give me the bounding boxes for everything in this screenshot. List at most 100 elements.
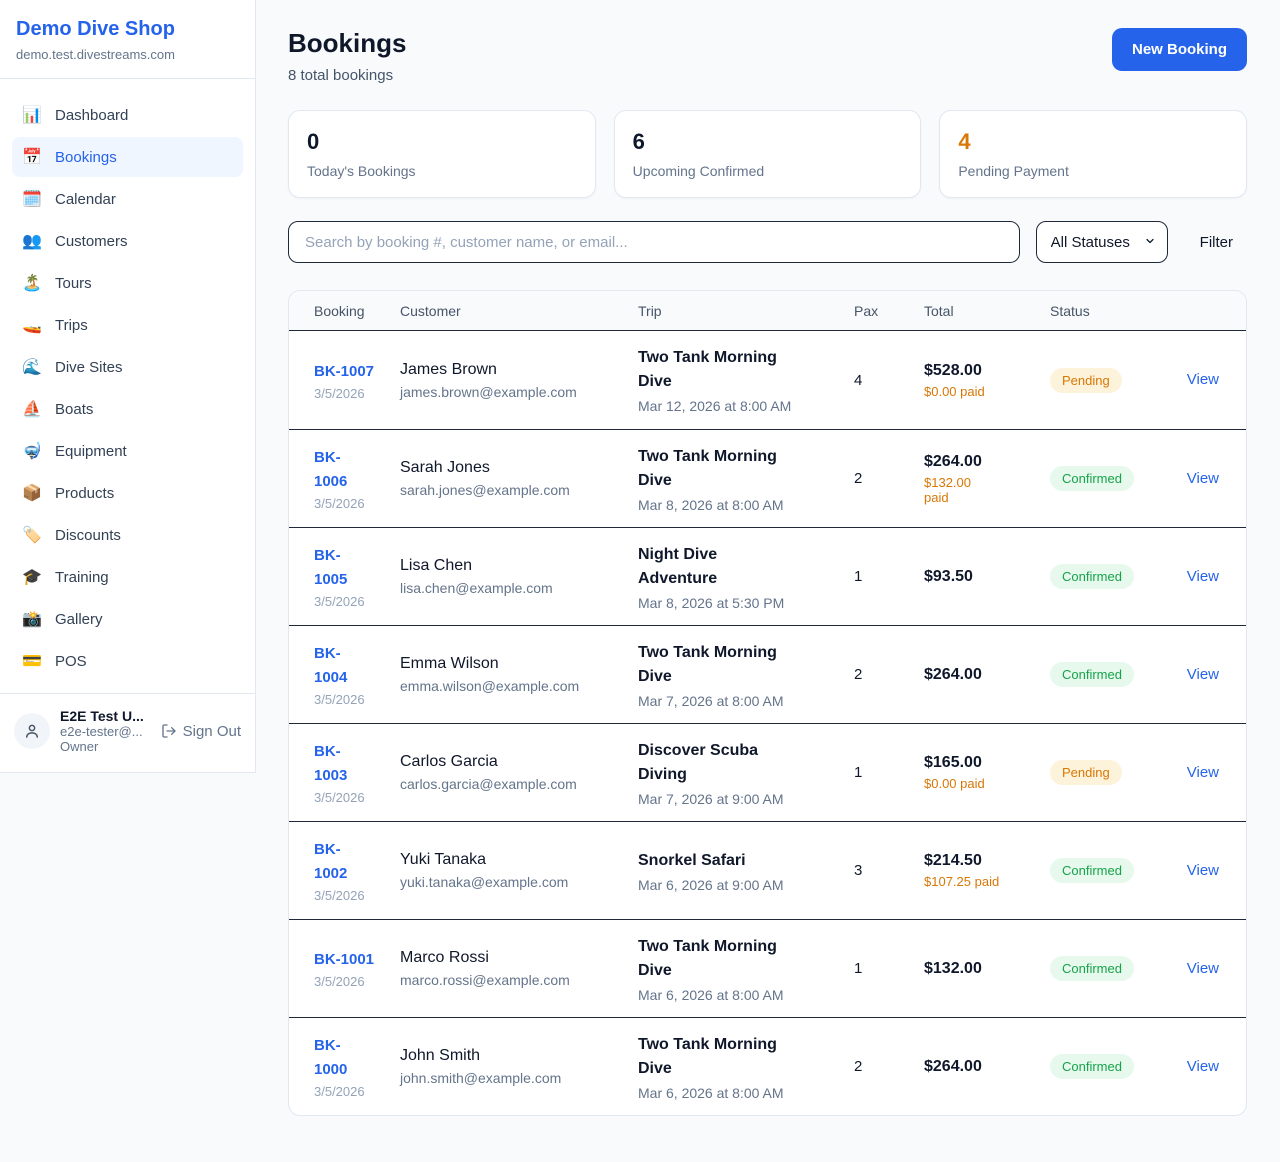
booking-link[interactable]: BK-1004 [314, 642, 356, 690]
booking-link[interactable]: BK-1000 [314, 1034, 356, 1082]
trip-name: Two Tank Morning Dive [638, 1033, 784, 1081]
sidebar-item-label: Dive Sites [55, 359, 123, 376]
sidebar-item-boats[interactable]: ⛵ Boats [12, 389, 243, 429]
booking-link[interactable]: BK-1007 [314, 360, 374, 384]
sidebar-item-tours[interactable]: 🏝️ Tours [12, 263, 243, 303]
booking-date: 3/5/2026 [314, 386, 390, 401]
table-controls: All Statuses Filter [288, 221, 1247, 263]
person-icon [23, 722, 41, 740]
view-link[interactable]: View [1187, 764, 1219, 781]
status-select-wrap: All Statuses [1036, 221, 1168, 263]
sidebar-item-equipment[interactable]: 🤿 Equipment [12, 431, 243, 471]
sidebar-item-products[interactable]: 📦 Products [12, 473, 243, 513]
customer-name: Yuki Tanaka [400, 851, 628, 869]
column-header-total: Total [924, 303, 1050, 319]
stat-label: Upcoming Confirmed [633, 163, 903, 179]
sidebar-item-label: Tours [55, 275, 92, 292]
filter-button[interactable]: Filter [1200, 234, 1233, 251]
view-link[interactable]: View [1187, 568, 1219, 585]
booking-date: 3/5/2026 [314, 692, 390, 707]
page-header: Bookings 8 total bookings New Booking [288, 28, 1247, 84]
wave-icon: 🌊 [22, 357, 42, 377]
sidebar-nav: 📊 Dashboard 📅 Bookings 🗓️ Calendar 👥 Cus… [0, 79, 255, 694]
avatar [14, 713, 50, 749]
booking-link[interactable]: BK-1001 [314, 948, 374, 972]
brand-domain: demo.test.divestreams.com [16, 47, 239, 62]
trip-date: Mar 7, 2026 at 9:00 AM [638, 791, 844, 807]
status-badge: Confirmed [1050, 466, 1134, 491]
graduation-cap-icon: 🎓 [22, 567, 42, 587]
new-booking-button[interactable]: New Booking [1112, 28, 1247, 71]
customer-name: James Brown [400, 361, 628, 379]
brand-name: Demo Dive Shop [16, 18, 239, 41]
pax-count: 1 [854, 946, 924, 991]
booking-link[interactable]: BK-1006 [314, 446, 356, 494]
sidebar-item-discounts[interactable]: 🏷️ Discounts [12, 515, 243, 555]
bar-chart-icon: 📊 [22, 105, 42, 125]
status-filter-select[interactable]: All Statuses [1036, 221, 1168, 263]
sidebar-item-gallery[interactable]: 📸 Gallery [12, 599, 243, 639]
sidebar-item-calendar[interactable]: 🗓️ Calendar [12, 179, 243, 219]
stat-value: 6 [633, 129, 903, 155]
total-amount: $93.50 [924, 568, 1040, 586]
page-title: Bookings [288, 28, 406, 59]
sidebar-item-bookings[interactable]: 📅 Bookings [12, 137, 243, 177]
view-link[interactable]: View [1187, 666, 1219, 683]
view-link[interactable]: View [1187, 470, 1219, 487]
customer-email: john.smith@example.com [400, 1070, 628, 1086]
table-row: BK-1006 3/5/2026 Sarah Jones sarah.jones… [289, 429, 1246, 527]
search-input[interactable] [288, 221, 1020, 263]
total-amount: $264.00 [924, 666, 1040, 684]
booking-link[interactable]: BK-1002 [314, 838, 356, 886]
paid-amount: $107.25 paid [924, 874, 1040, 889]
trip-name: Two Tank Morning Dive [638, 641, 784, 689]
status-badge: Confirmed [1050, 956, 1134, 981]
camera-icon: 📸 [22, 609, 42, 629]
user-info: E2E Test U... e2e-tester@... Owner [60, 708, 151, 754]
booking-date: 3/5/2026 [314, 888, 390, 903]
view-link[interactable]: View [1187, 862, 1219, 879]
booking-link[interactable]: BK-1003 [314, 740, 356, 788]
column-header-status: Status [1050, 303, 1170, 319]
status-badge: Confirmed [1050, 858, 1134, 883]
sidebar-item-dive-sites[interactable]: 🌊 Dive Sites [12, 347, 243, 387]
sidebar-item-trips[interactable]: 🚤 Trips [12, 305, 243, 345]
sailboat-icon: ⛵ [22, 399, 42, 419]
paid-amount: $132.00 paid [924, 475, 982, 505]
booking-date: 3/5/2026 [314, 790, 390, 805]
tag-icon: 🏷️ [22, 525, 42, 545]
view-link[interactable]: View [1187, 1058, 1219, 1075]
sidebar: Demo Dive Shop demo.test.divestreams.com… [0, 0, 256, 773]
logout-icon [161, 723, 177, 739]
sidebar-item-label: Equipment [55, 443, 127, 460]
customer-email: marco.rossi@example.com [400, 972, 628, 988]
view-link[interactable]: View [1187, 371, 1219, 388]
sidebar-item-training[interactable]: 🎓 Training [12, 557, 243, 597]
column-header-pax: Pax [854, 303, 924, 319]
main-content: Bookings 8 total bookings New Booking 0 … [256, 0, 1280, 1146]
sidebar-item-label: Gallery [55, 611, 103, 628]
paid-amount: $0.00 paid [924, 384, 1040, 399]
credit-card-icon: 💳 [22, 651, 42, 671]
user-panel: E2E Test U... e2e-tester@... Owner Sign … [0, 694, 255, 772]
spiral-calendar-icon: 🗓️ [22, 189, 42, 209]
sidebar-item-customers[interactable]: 👥 Customers [12, 221, 243, 261]
sidebar-item-label: Training [55, 569, 109, 586]
sign-out-button[interactable]: Sign Out [161, 723, 241, 740]
sidebar-item-pos[interactable]: 💳 POS [12, 641, 243, 681]
booking-date: 3/5/2026 [314, 1084, 390, 1099]
bookings-table: Booking Customer Trip Pax Total Status B… [288, 290, 1247, 1116]
trip-name: Snorkel Safari [638, 849, 784, 873]
booking-date: 3/5/2026 [314, 594, 390, 609]
trip-name: Night Dive Adventure [638, 543, 784, 591]
customer-email: james.brown@example.com [400, 384, 628, 400]
status-badge: Pending [1050, 760, 1122, 785]
booking-link[interactable]: BK-1005 [314, 544, 356, 592]
column-header-trip: Trip [638, 303, 854, 319]
trip-date: Mar 6, 2026 at 8:00 AM [638, 1085, 844, 1101]
sidebar-item-dashboard[interactable]: 📊 Dashboard [12, 95, 243, 135]
customer-name: Carlos Garcia [400, 753, 628, 771]
user-email: e2e-tester@... [60, 724, 151, 739]
trip-date: Mar 8, 2026 at 5:30 PM [638, 595, 844, 611]
view-link[interactable]: View [1187, 960, 1219, 977]
